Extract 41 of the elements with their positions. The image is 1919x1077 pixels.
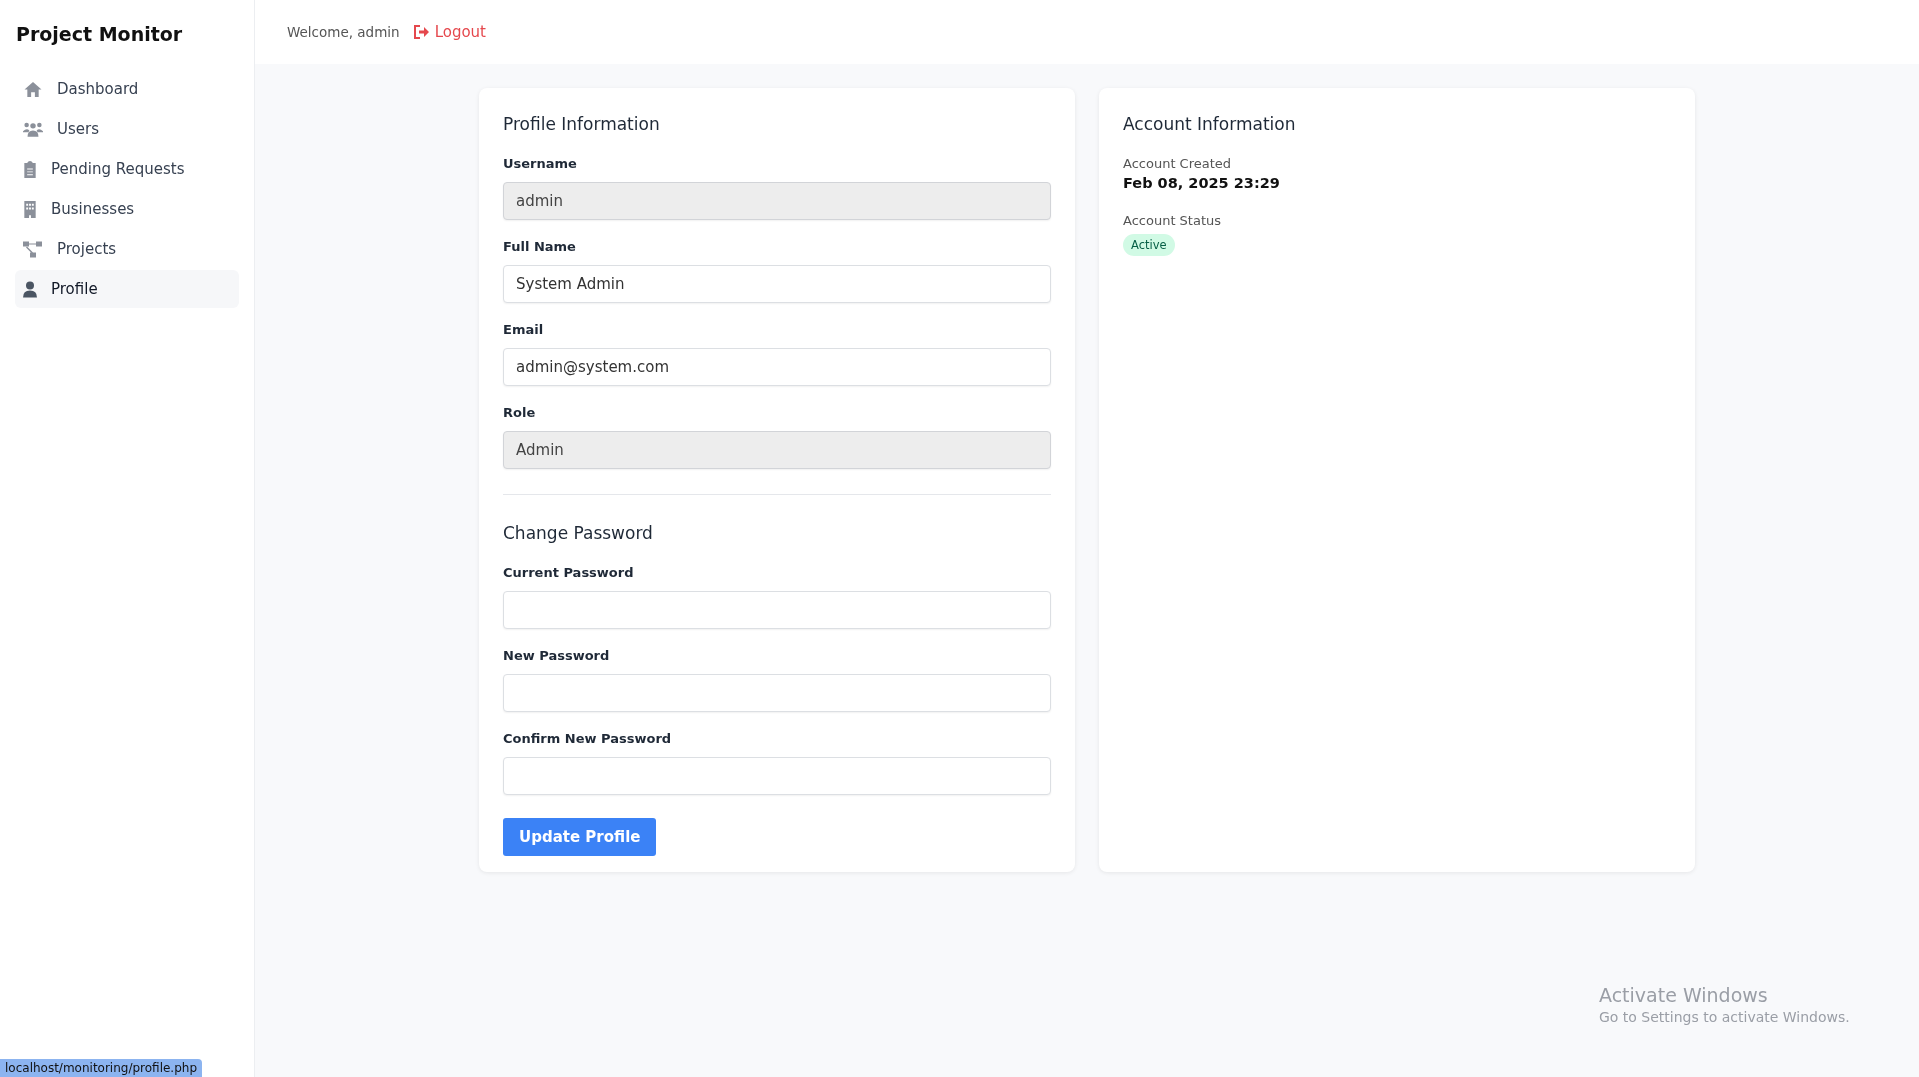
activation-text: Go to Settings to activate Windows. — [1599, 1009, 1850, 1025]
field-label: Full Name — [503, 239, 577, 254]
field-label: New Password — [503, 648, 611, 663]
info-label: Account Status — [1123, 213, 1223, 228]
welcome-text: Welcome, admin — [287, 24, 400, 40]
home-icon — [23, 80, 43, 98]
info-value: Feb 08, 2025 23:29 — [1123, 175, 1281, 191]
building-icon — [23, 200, 37, 218]
users-icon — [23, 120, 43, 138]
sidebar-item[interactable]: Businesses — [15, 190, 239, 228]
status-url: localhost/monitoring/profile.php — [0, 1059, 203, 1077]
clipboard-icon — [23, 160, 37, 178]
logout-link[interactable]: Logout — [413, 23, 486, 41]
field-label: Current Password — [503, 565, 635, 580]
field-label: Confirm New Password — [503, 731, 673, 746]
activation-title: Activate Windows — [1599, 984, 1769, 1006]
sidebar-item[interactable]: Profile — [15, 270, 239, 308]
section-title: Change Password — [503, 523, 654, 543]
input-field[interactable]: admin — [503, 182, 1051, 220]
logout-icon — [413, 25, 430, 39]
field-label: Username — [503, 156, 578, 171]
password-field[interactable] — [503, 674, 1051, 712]
input-field[interactable]: Admin — [503, 431, 1051, 469]
card-title: Profile Information — [503, 114, 661, 134]
info-label: Account Created — [1123, 156, 1233, 171]
sidebar-item[interactable]: Dashboard — [15, 70, 239, 108]
password-field[interactable] — [503, 591, 1051, 629]
password-field[interactable] — [503, 757, 1051, 795]
sidebar-item[interactable]: Users — [15, 110, 239, 148]
input-field[interactable]: admin@system.com — [503, 348, 1051, 386]
update-profile-button[interactable]: Update Profile — [503, 818, 657, 856]
user-icon — [23, 280, 37, 298]
sidebar-item[interactable]: Pending Requests — [15, 150, 239, 188]
status-badge: Active — [1123, 234, 1175, 256]
card-title: Account Information — [1123, 114, 1297, 134]
field-label: Email — [503, 322, 545, 337]
sidebar-item[interactable]: Projects — [15, 230, 239, 268]
input-field[interactable]: System Admin — [503, 265, 1051, 303]
hierarchy-icon — [23, 240, 43, 258]
app-title: Project Monitor — [15, 22, 184, 47]
field-label: Role — [503, 405, 537, 420]
